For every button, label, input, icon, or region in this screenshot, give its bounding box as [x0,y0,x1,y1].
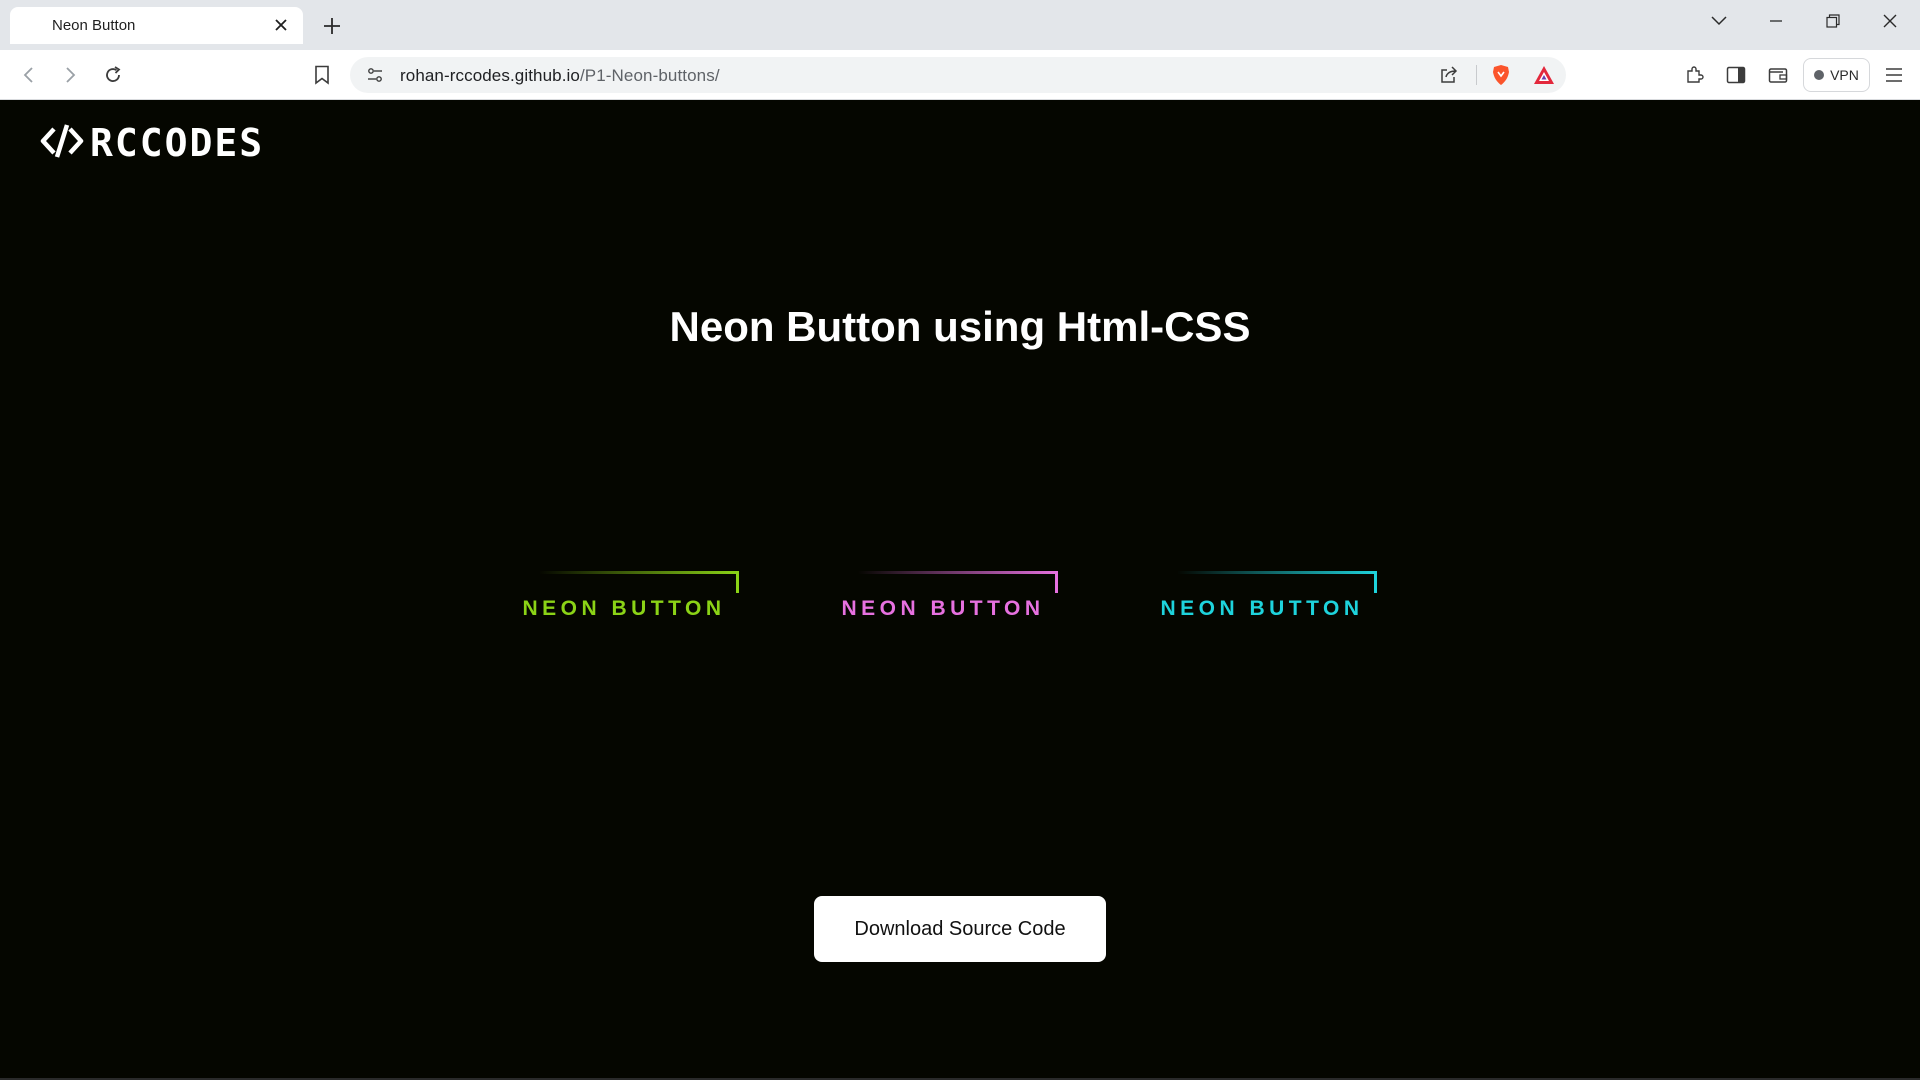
neon-top-line [539,571,739,574]
restore-icon[interactable] [1813,6,1853,36]
bookmark-icon[interactable] [309,62,335,88]
wallet-icon[interactable] [1765,62,1791,88]
page-title: Neon Button using Html-CSS [669,303,1251,350]
site-logo[interactable]: RCCODES [40,121,265,166]
logo-text: RCCODES [90,121,265,165]
neon-button-green[interactable]: NEON BUTTON [509,571,739,631]
close-window-icon[interactable] [1870,6,1910,36]
address-bar[interactable]: rohan-rccodes.github.io/P1-Neon-buttons/ [350,57,1566,93]
url-path: /P1-Neon-buttons/ [579,66,720,85]
neon-corner-line [736,571,739,593]
tab-neon-button[interactable]: Neon Button [10,7,303,44]
neon-button-cyan[interactable]: NEON BUTTON [1147,571,1377,631]
brave-rewards-icon[interactable] [1531,62,1557,88]
vpn-status-icon [1814,70,1825,80]
vpn-button[interactable]: VPN [1803,58,1870,92]
reload-icon[interactable] [100,62,126,88]
site-info-icon[interactable] [362,62,388,88]
download-source-button[interactable]: Download Source Code [814,896,1106,962]
tab-strip: Neon Button [0,0,1920,50]
neon-top-line [858,571,1058,574]
neon-top-line [1177,571,1377,574]
neon-button-label: NEON BUTTON [841,597,1045,620]
sidebar-icon[interactable] [1723,62,1749,88]
tab-close-icon[interactable] [269,13,293,37]
url-text: rohan-rccodes.github.io/P1-Neon-buttons/ [400,66,720,86]
extensions-icon[interactable] [1681,62,1707,88]
neon-corner-line [1374,571,1377,593]
neon-button-pink[interactable]: NEON BUTTON [828,571,1058,631]
minimize-icon[interactable] [1756,6,1796,36]
code-brackets-icon [40,121,84,166]
menu-icon[interactable] [1881,62,1907,88]
tab-title: Neon Button [52,17,136,34]
vpn-label: VPN [1830,67,1859,83]
new-tab-icon[interactable] [318,12,346,40]
page-content: RCCODES Neon Button using Html-CSS NEON … [0,101,1920,1080]
back-icon[interactable] [16,62,42,88]
tab-search-icon[interactable] [1699,6,1739,36]
neon-corner-line [1055,571,1058,593]
neon-button-label: NEON BUTTON [522,597,726,620]
neon-button-label: NEON BUTTON [1160,597,1364,620]
share-icon[interactable] [1436,62,1462,88]
forward-icon[interactable] [57,62,83,88]
browser-toolbar: rohan-rccodes.github.io/P1-Neon-buttons/… [0,50,1920,100]
brave-shields-icon[interactable] [1488,62,1514,88]
url-divider [1476,65,1477,85]
url-host: rohan-rccodes.github.io [400,66,580,85]
